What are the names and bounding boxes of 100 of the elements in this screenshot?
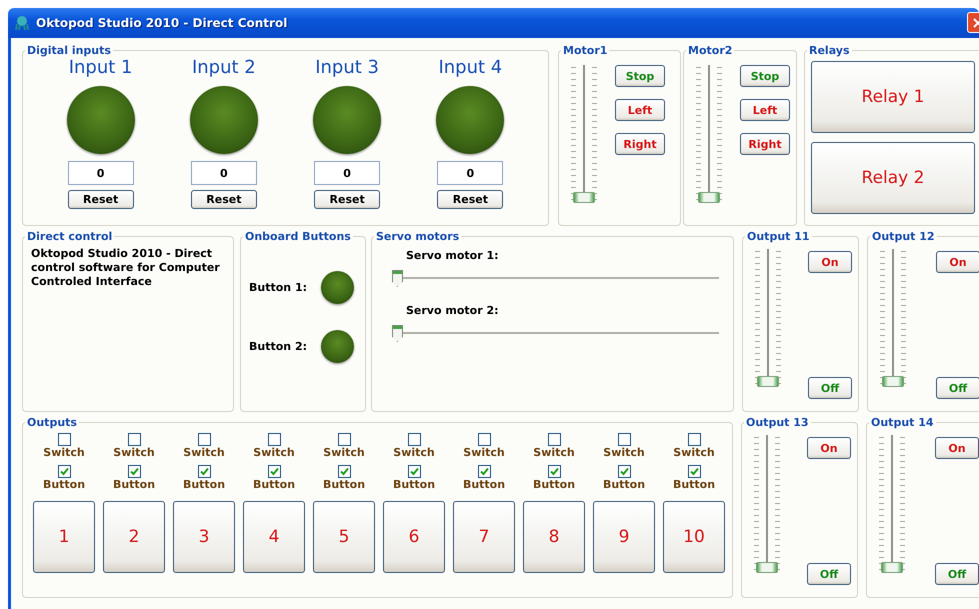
output-button[interactable]: 1 [33,501,95,573]
checkbox[interactable] [128,433,140,446]
checkbox[interactable] [688,465,700,478]
output-button[interactable]: 10 [663,501,725,573]
reset-button[interactable]: Reset [68,190,134,209]
indicator-lamp [436,86,504,154]
checkbox[interactable] [58,465,70,478]
checkbox[interactable] [338,433,350,446]
output-button[interactable]: 4 [243,501,305,573]
group-title: Motor2 [687,44,734,57]
slider-thumb[interactable] [882,376,904,387]
group-title: Output 13 [745,416,810,429]
count-field[interactable]: 0 [314,161,380,185]
group-title: Output 12 [871,230,936,243]
count-field[interactable]: 0 [437,161,504,185]
off-button[interactable]: Off [935,563,979,585]
checkmark-icon [620,467,628,476]
checkbox-label: Button [462,478,506,491]
input-label: Input 2 [192,57,256,78]
reset-button[interactable]: Reset [190,190,257,209]
group-title: Digital inputs [26,44,112,57]
output-button[interactable]: 6 [383,501,445,573]
checkbox[interactable] [408,465,420,478]
motor-button[interactable]: Right [740,133,790,155]
checkbox-label: Switch [43,446,85,459]
slider-thumb[interactable] [392,270,403,287]
indicator-lamp [313,86,382,154]
group-title: Onboard Buttons [244,230,352,243]
relay-button[interactable]: Relay 1 [811,61,975,133]
checkbox-label: Button [532,478,576,491]
output-button[interactable]: 2 [103,501,165,573]
checkmark-icon [690,467,698,476]
on-button[interactable]: On [807,437,851,459]
input-label: Input 1 [68,57,133,78]
checkbox-label: Button [672,478,716,491]
checkmark-icon [60,467,68,476]
checkbox[interactable] [548,465,560,478]
button-label: Button 1: [249,281,308,294]
checkbox-label: Switch [463,446,505,459]
checkmark-icon [340,467,348,476]
on-button[interactable]: On [936,251,979,273]
count-field[interactable]: 0 [68,161,134,185]
on-button[interactable]: On [808,251,852,273]
off-button[interactable]: Off [936,377,979,399]
off-button[interactable]: Off [808,377,852,399]
indicator-lamp [66,86,135,154]
checkmark-icon [270,467,278,476]
count-field[interactable]: 0 [190,161,257,185]
indicator-lamp [321,271,354,304]
on-button[interactable]: On [935,437,979,459]
checkbox[interactable] [688,433,700,446]
group-title: Motor1 [562,44,608,57]
reset-button[interactable]: Reset [314,190,380,209]
slider-thumb[interactable] [573,192,595,203]
output-button[interactable]: 9 [593,501,655,573]
octopus-icon [14,15,30,31]
checkbox-label: Button [42,478,86,491]
motor-button[interactable]: Left [615,99,665,121]
servo-label: Servo motor 1: [405,249,500,262]
motor-button[interactable]: Stop [615,65,665,87]
output-button[interactable]: 8 [523,501,585,573]
checkbox[interactable] [198,465,210,478]
motor-button[interactable]: Right [615,133,665,155]
slider-thumb[interactable] [392,325,403,342]
checkbox[interactable] [58,433,70,446]
off-button[interactable]: Off [807,563,851,585]
checkbox[interactable] [128,465,140,478]
relay-button[interactable]: Relay 2 [811,142,975,214]
slider-thumb[interactable] [881,562,903,573]
reset-button[interactable]: Reset [437,190,504,209]
slider-thumb[interactable] [698,192,720,203]
checkbox[interactable] [478,465,490,478]
slider-thumb[interactable] [757,376,779,387]
checkbox-label: Switch [253,446,295,459]
checkbox[interactable] [548,433,560,446]
checkbox-label: Switch [393,446,435,459]
group-title: Outputs [26,416,78,429]
checkmark-icon [410,467,418,476]
motor-button[interactable]: Stop [740,65,790,87]
checkbox[interactable] [338,465,350,478]
slider-thumb[interactable] [756,562,778,573]
output-button[interactable]: 5 [313,501,375,573]
checkbox[interactable] [268,433,280,446]
checkbox[interactable] [408,433,420,446]
checkbox[interactable] [198,433,210,446]
output-button[interactable]: 3 [173,501,235,573]
checkbox[interactable] [618,465,630,478]
group-title: Output 11 [746,230,811,243]
output-button[interactable]: 7 [453,501,515,573]
group-title: Output 14 [870,416,935,429]
checkbox[interactable] [618,433,630,446]
indicator-lamp [321,330,354,363]
checkmark-icon [200,467,208,476]
checkbox-label: Switch [603,446,645,459]
checkbox[interactable] [268,465,280,478]
checkbox[interactable] [478,433,490,446]
checkmark-icon [550,467,558,476]
motor-button[interactable]: Left [740,99,790,121]
checkbox-label: Switch [113,446,155,459]
checkbox-label: Switch [323,446,365,459]
